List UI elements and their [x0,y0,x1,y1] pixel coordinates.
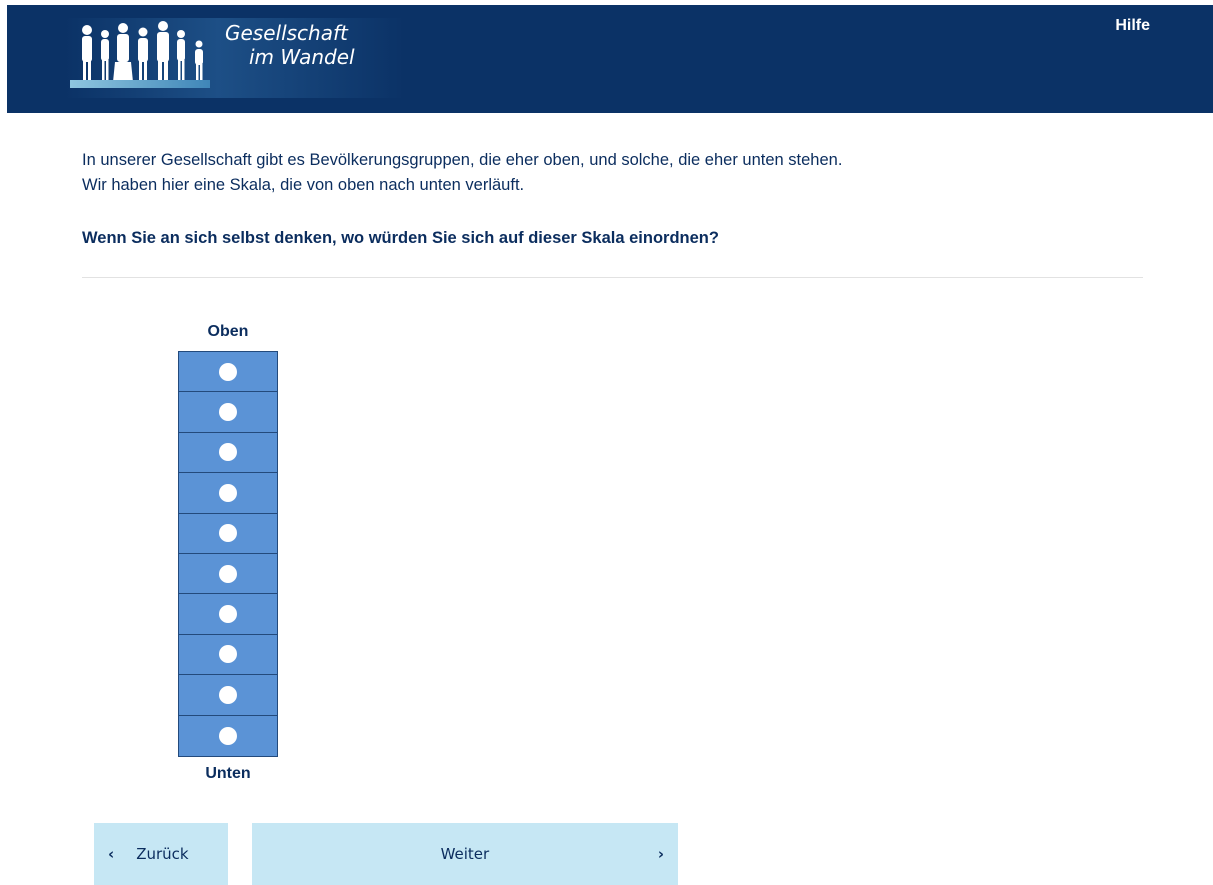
chevron-right-icon: › [657,845,664,863]
scale-option[interactable] [179,473,277,514]
radio-button[interactable] [219,564,237,583]
scale-option[interactable] [179,514,277,554]
scale-option[interactable] [179,675,277,716]
help-link[interactable]: Hilfe [1115,17,1150,35]
intro-line-1: In unserer Gesellschaft gibt es Bevölker… [82,151,843,169]
logo-line-1: Gesellschaft [225,21,348,45]
question-text: Wenn Sie an sich selbst denken, wo würde… [82,229,719,247]
divider [82,277,1143,278]
scale-bottom-label: Unten [205,765,251,782]
scale-option[interactable] [179,433,277,474]
radio-button[interactable] [219,443,237,462]
radio-button[interactable] [219,645,237,664]
scale-option[interactable] [179,594,277,635]
radio-button[interactable] [219,403,237,422]
radio-button[interactable] [219,362,237,381]
scale-option[interactable] [179,554,277,595]
logo-stripe [70,80,210,88]
logo-line-2: im Wandel [249,45,355,69]
radio-button[interactable] [219,483,237,502]
logo-text: Gesellschaft im Wandel [225,21,355,69]
intro-line-2: Wir haben hier eine Skala, die von oben … [82,176,525,194]
intro-text: In unserer Gesellschaft gibt es Bevölker… [82,148,842,198]
social-ladder-scale [178,351,278,757]
radio-button[interactable] [219,524,237,543]
logo: Gesellschaft im Wandel [65,18,405,98]
next-button[interactable]: Weiter › [252,823,678,885]
radio-button[interactable] [219,605,237,624]
scale-option[interactable] [179,392,277,433]
scale-top-label: Oben [207,323,249,340]
scale-option[interactable] [179,716,277,756]
scale-option[interactable] [179,352,277,393]
radio-button[interactable] [219,726,237,745]
back-button-label: Zurück [136,845,189,863]
radio-button[interactable] [219,685,237,704]
next-button-label: Weiter [440,845,490,863]
header-bar: Gesellschaft im Wandel Hilfe [7,5,1213,113]
chevron-left-icon: ‹ [108,845,115,863]
people-silhouettes-icon [82,21,203,82]
scale-option[interactable] [179,635,277,676]
back-button[interactable]: ‹ Zurück [94,823,228,885]
